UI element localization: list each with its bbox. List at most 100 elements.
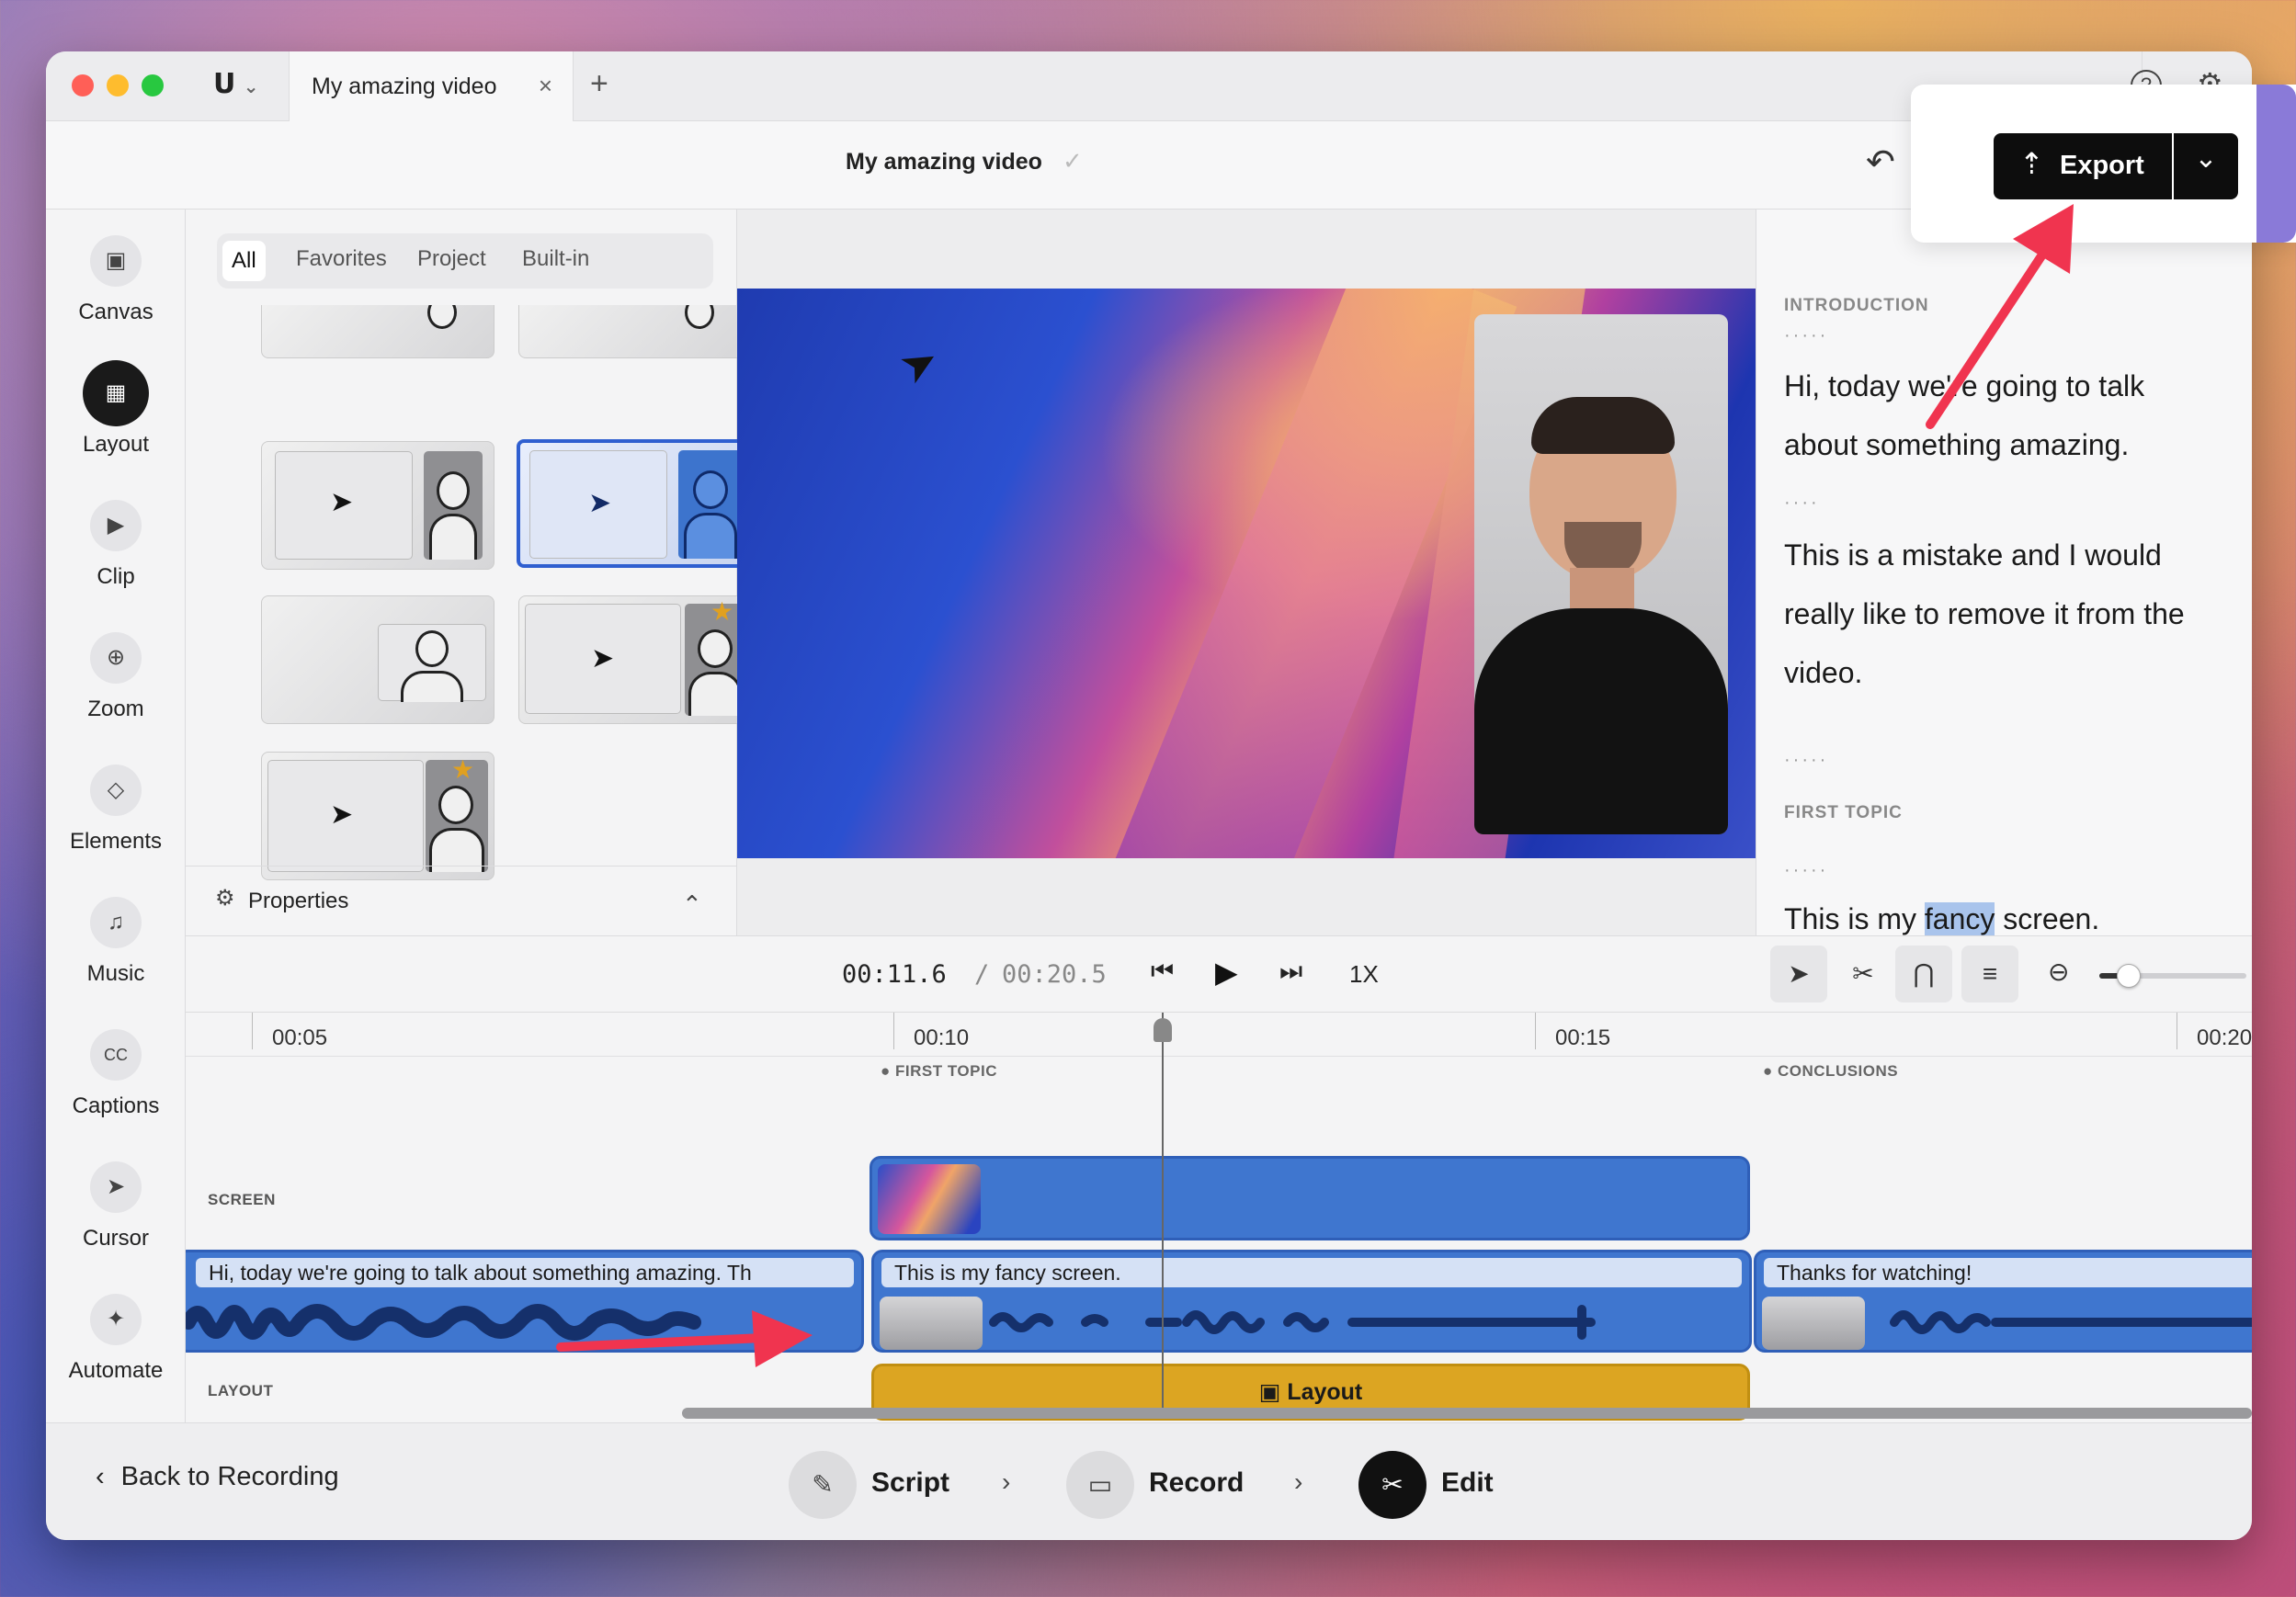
script-paragraph[interactable]: Hi, today we're going to talk about some… <box>1784 357 2225 474</box>
marker-label: FIRST TOPIC <box>895 1062 997 1080</box>
undo-icon[interactable]: ↶ <box>1866 142 1895 183</box>
camera-clip[interactable]: Thanks for watching! <box>1754 1250 2252 1353</box>
chevron-right-icon: › <box>1002 1467 1011 1496</box>
layout-thumbnail[interactable]: ➤ <box>261 441 494 570</box>
ruler-tick <box>1535 1013 1536 1049</box>
preview-area: ➤ <box>737 210 1756 935</box>
rail-item-captions[interactable]: CC Captions <box>46 1029 186 1149</box>
align-lines-icon[interactable]: ≡ <box>1961 946 2018 1002</box>
timeline-ruler[interactable]: 00:05 00:10 00:15 00:20 <box>186 1013 2252 1057</box>
close-window-button[interactable] <box>72 74 94 96</box>
zoom-window-button[interactable] <box>142 74 164 96</box>
selected-word[interactable]: fancy <box>1924 902 1995 935</box>
rail-label: Cursor <box>82 1226 149 1251</box>
audio-waveform <box>989 1305 1596 1340</box>
video-canvas[interactable]: ➤ <box>737 289 1756 858</box>
timeline-scrollbar[interactable] <box>682 1408 2252 1419</box>
camera-clip[interactable]: Hi, today we're going to talk about some… <box>186 1250 864 1353</box>
app-window: ᑌ ⌄ My amazing video × + ? My amazing vi… <box>46 51 2252 1540</box>
screen-clip[interactable] <box>870 1156 1750 1240</box>
layout-thumbnail-favorite[interactable]: ➤ ★ <box>518 595 752 724</box>
filter-all[interactable]: All <box>222 241 266 281</box>
skip-forward-icon[interactable]: ⏭ <box>1279 957 1302 987</box>
webcam-overlay[interactable] <box>1474 314 1728 834</box>
filter-favorites[interactable]: Favorites <box>296 246 387 272</box>
app-menu-button[interactable]: ᑌ ⌄ <box>213 68 258 100</box>
rail-item-clip[interactable]: ▶ Clip <box>46 500 186 619</box>
back-label: Back to Recording <box>120 1462 339 1491</box>
rail-label: Elements <box>69 829 163 854</box>
document-title[interactable]: My amazing video <box>846 149 1042 176</box>
section-heading: INTRODUCTION <box>1784 296 1929 315</box>
rail-item-canvas[interactable]: ▣ Canvas <box>46 235 186 355</box>
script-paragraph[interactable]: This is my fancy screen. <box>1784 889 2225 935</box>
step-script[interactable]: ✎ Script <box>789 1451 963 1519</box>
ruler-tick <box>252 1013 253 1049</box>
chevron-left-icon: ‹ <box>96 1462 105 1491</box>
layout-thumbnail[interactable] <box>261 595 494 724</box>
playback-speed[interactable]: 1X <box>1349 960 1379 989</box>
export-dropdown-button[interactable]: ⌄ <box>2174 133 2238 199</box>
step-record[interactable]: ▭ Record <box>1066 1451 1250 1519</box>
playback-controls: 00:11.6 / 00:20.5 ⏮ ▶ ⏭ 1X ➤ ✂ ⋂ ≡ ⊖ ⊕ <box>186 935 2252 1013</box>
caption-text[interactable]: Hi, today we're going to talk about some… <box>196 1258 854 1287</box>
script-text-segment: screen. <box>1995 902 2100 935</box>
new-tab-button[interactable]: + <box>590 66 608 102</box>
pause-marker[interactable]: ····· <box>1784 325 1828 346</box>
caption-text[interactable]: This is my fancy screen. <box>881 1258 1742 1287</box>
tab-my-amazing-video[interactable]: My amazing video × <box>289 51 574 121</box>
layout-thumbnail[interactable] <box>518 305 752 358</box>
filter-built-in[interactable]: Built-in <box>522 246 589 272</box>
ruler-label: 00:15 <box>1555 1025 1611 1050</box>
section-marker[interactable]: ● CONCLUSIONS <box>1763 1062 1898 1081</box>
rail-item-elements[interactable]: ◇ Elements <box>46 765 186 884</box>
export-button[interactable]: ⇡ Export <box>1994 133 2172 199</box>
webcam-area <box>424 451 483 560</box>
properties-section[interactable]: ⚙ Properties ⌃ <box>186 866 737 935</box>
script-paragraph[interactable]: This is a mistake and I would really lik… <box>1784 526 2225 702</box>
webcam-area <box>678 450 743 559</box>
bottom-bar: ‹ Back to Recording ✎ Script › ▭ Record ›… <box>46 1422 2252 1540</box>
person-body-icon <box>684 513 737 559</box>
rail-item-cursor[interactable]: ➤ Cursor <box>46 1161 186 1281</box>
camera-clip[interactable]: This is my fancy screen. <box>871 1250 1752 1353</box>
playhead-handle[interactable] <box>1154 1018 1172 1042</box>
rail-item-music[interactable]: ♫ Music <box>46 897 186 1016</box>
minimize-window-button[interactable] <box>107 74 129 96</box>
playhead[interactable] <box>1154 1013 1172 1417</box>
back-to-recording-button[interactable]: ‹ Back to Recording <box>96 1462 339 1492</box>
slider-knob[interactable] <box>2117 964 2141 988</box>
filter-project[interactable]: Project <box>417 246 486 272</box>
snap-magnet-icon[interactable]: ⋂ <box>1895 946 1952 1002</box>
pause-marker[interactable]: ···· <box>1784 493 1820 514</box>
section-marker[interactable]: ● FIRST TOPIC <box>881 1062 997 1081</box>
pause-marker[interactable]: ····· <box>1784 750 1828 771</box>
skip-back-icon[interactable]: ⏮ <box>1151 957 1174 987</box>
step-label: Script <box>871 1467 950 1498</box>
step-edit[interactable]: ✂ Edit <box>1358 1451 1524 1519</box>
close-tab-icon[interactable]: × <box>539 72 552 100</box>
screen-clip-thumbnail <box>878 1164 981 1234</box>
rail-label: Captions <box>72 1093 160 1118</box>
rail-item-zoom[interactable]: ⊕ Zoom <box>46 632 186 752</box>
layout-thumbnail-selected[interactable]: ➤ <box>517 439 750 568</box>
chevron-down-icon: ⌄ <box>2194 143 2218 174</box>
rail-item-layout[interactable]: ▦ Layout <box>46 360 186 487</box>
captions-icon: CC <box>90 1029 142 1081</box>
layout-icon: ▦ <box>83 360 149 426</box>
select-tool-icon[interactable]: ➤ <box>1770 946 1827 1002</box>
play-icon[interactable]: ▶ <box>1215 955 1238 990</box>
chevron-up-icon[interactable]: ⌃ <box>682 890 702 919</box>
layout-thumbnail-favorite[interactable]: ➤ ★ <box>261 752 494 880</box>
cut-tool-icon[interactable]: ✂ <box>1835 946 1892 1002</box>
webcam-person-icon <box>685 305 714 329</box>
pause-marker[interactable]: ····· <box>1784 860 1828 881</box>
zoom-out-icon[interactable]: ⊖ <box>2048 957 2069 987</box>
marker-label: CONCLUSIONS <box>1778 1062 1899 1080</box>
caption-text[interactable]: Thanks for watching! <box>1764 1258 2252 1287</box>
total-time: 00:20.5 <box>1002 960 1107 989</box>
layout-thumbnail[interactable] <box>261 305 494 358</box>
rail-label: Music <box>86 961 145 986</box>
rail-item-automate[interactable]: ✦ Automate <box>46 1294 186 1413</box>
timeline-zoom-slider[interactable] <box>2099 964 2246 988</box>
